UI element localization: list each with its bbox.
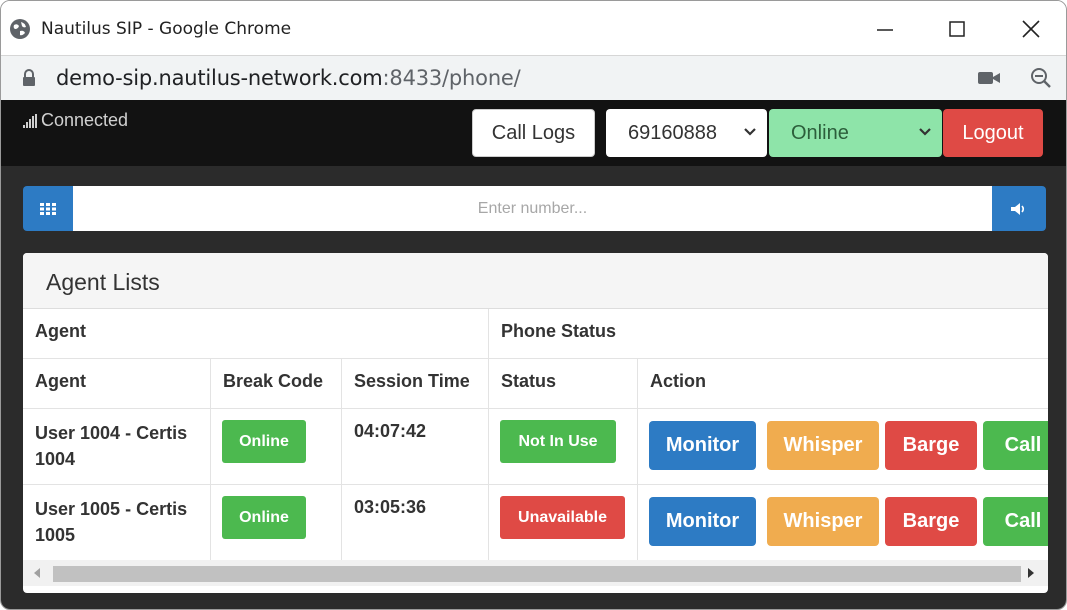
column-header-status[interactable]: Status — [489, 359, 638, 409]
group-header-phone-status: Phone Status — [489, 309, 1048, 359]
minimize-button[interactable] — [865, 11, 905, 47]
extension-value: 69160888 — [628, 121, 717, 144]
globe-icon — [10, 19, 30, 39]
agent-ext: 1004 — [35, 449, 76, 469]
presence-value: Online — [791, 121, 849, 144]
title-bar: Nautilus SIP - Google Chrome — [1, 1, 1066, 55]
url-host: demo-sip.nautilus-network.com — [56, 66, 383, 90]
connection-status: Connected — [41, 110, 129, 130]
horizontal-scrollbar[interactable] — [23, 560, 1048, 586]
panel-header: Agent Lists — [23, 253, 1048, 309]
whisper-button[interactable]: Whisper — [767, 497, 879, 546]
column-header-agent[interactable]: Agent — [23, 359, 211, 409]
app-area: Connected Call Logs 69160888 Online Logo… — [1, 100, 1066, 609]
group-header-agent: Agent — [23, 309, 489, 359]
call-button[interactable]: Call — [983, 497, 1048, 546]
panel-title: Agent Lists — [46, 269, 160, 295]
window-title: Nautilus SIP - Google Chrome — [41, 19, 292, 39]
top-navbar: Connected Call Logs 69160888 Online Logo… — [1, 100, 1066, 166]
url-path: :8433/phone/ — [382, 66, 521, 90]
table-row-actions: Monitor Whisper Barge Call — [638, 485, 1048, 561]
column-header-session-time[interactable]: Session Time — [342, 359, 489, 409]
speaker-button[interactable] — [992, 186, 1046, 231]
status-badge: Unavailable — [500, 496, 625, 539]
break-code-badge: Online — [222, 420, 306, 463]
agent-list-panel: Agent Lists Agent Phone Status Agent Bre… — [23, 253, 1048, 593]
url-text[interactable]: demo-sip.nautilus-network.com:8433/phone… — [56, 66, 521, 90]
table-row-break-code: Online — [211, 409, 342, 485]
status-badge: Not In Use — [500, 420, 616, 463]
number-input[interactable] — [73, 186, 992, 231]
table-row-break-code: Online — [211, 485, 342, 561]
connection-indicator: Connected — [23, 110, 128, 131]
column-header-break-code[interactable]: Break Code — [211, 359, 342, 409]
browser-window: Nautilus SIP - Google Chrome demo-sip.na… — [0, 0, 1067, 610]
whisper-button[interactable]: Whisper — [767, 421, 879, 470]
logout-button[interactable]: Logout — [943, 109, 1043, 157]
table-row-status: Unavailable — [489, 485, 638, 561]
session-time: 03:05:36 — [342, 485, 489, 561]
session-time: 04:07:42 — [342, 409, 489, 485]
call-button[interactable]: Call — [983, 421, 1048, 470]
break-code-badge: Online — [222, 496, 306, 539]
scrollbar-thumb[interactable] — [53, 566, 1021, 582]
agent-name: User 1005 - Certis — [35, 499, 188, 519]
table-row-status: Not In Use — [489, 409, 638, 485]
chevron-down-icon — [744, 128, 756, 136]
call-logs-button[interactable]: Call Logs — [472, 109, 595, 157]
monitor-button[interactable]: Monitor — [649, 421, 756, 470]
speaker-icon — [1011, 202, 1025, 215]
close-icon — [1022, 20, 1040, 38]
barge-button[interactable]: Barge — [885, 497, 977, 546]
agent-ext: 1005 — [35, 525, 76, 545]
dial-row — [23, 186, 1046, 231]
camera-icon[interactable] — [977, 68, 1001, 88]
agent-name: User 1004 - Certis — [35, 423, 188, 443]
barge-button[interactable]: Barge — [885, 421, 977, 470]
maximize-icon — [949, 21, 965, 37]
table-row-agent: User 1005 - Certis 1005 — [23, 485, 211, 561]
maximize-button[interactable] — [937, 11, 977, 47]
scroll-left-arrow-icon[interactable] — [33, 567, 41, 579]
zoom-icon[interactable] — [1029, 66, 1053, 90]
keypad-button[interactable] — [23, 186, 73, 231]
presence-select[interactable]: Online — [769, 109, 942, 157]
column-header-action[interactable]: Action — [638, 359, 1048, 409]
extension-select[interactable]: 69160888 — [606, 109, 767, 157]
minimize-icon — [877, 29, 893, 31]
close-button[interactable] — [1011, 11, 1051, 47]
signal-icon — [23, 114, 37, 128]
table-row-actions: Monitor Whisper Barge Call — [638, 409, 1048, 485]
monitor-button[interactable]: Monitor — [649, 497, 756, 546]
table-row-agent: User 1004 - Certis 1004 — [23, 409, 211, 485]
lock-icon — [23, 69, 35, 86]
chevron-down-icon — [919, 128, 931, 136]
scroll-right-arrow-icon[interactable] — [1027, 567, 1035, 579]
keypad-icon — [40, 202, 56, 215]
address-bar: demo-sip.nautilus-network.com:8433/phone… — [1, 55, 1066, 100]
